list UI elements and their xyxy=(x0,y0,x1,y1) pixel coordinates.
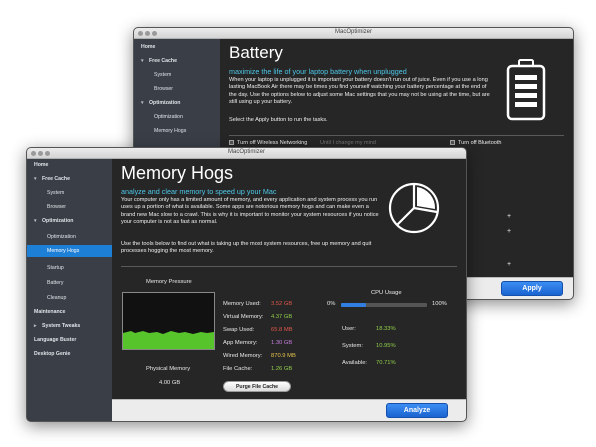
page-title: Memory Hogs xyxy=(121,163,234,183)
description: When your laptop is unplugged it is impo… xyxy=(229,77,490,105)
stat-value: 3.52 GB xyxy=(271,301,293,307)
wireless-label: Turn off Wireless Networking xyxy=(237,140,308,146)
page-subtitle: maximize the life of your laptop battery… xyxy=(229,67,407,76)
bluetooth-label: Turn off Bluetooth xyxy=(458,140,502,146)
chevron-down-icon: ▾ xyxy=(141,100,144,106)
sidebar-item-system-tweaks[interactable]: ▸ System Tweaks xyxy=(27,320,112,332)
cpu-usage-title: CPU Usage xyxy=(371,290,402,296)
window-title: MacOptimizer xyxy=(227,149,265,155)
titlebar: MacOptimizer xyxy=(27,148,466,159)
sidebar-item-battery[interactable]: Battery xyxy=(27,277,112,289)
instruction: Select the Apply button to run the tasks… xyxy=(229,117,328,123)
main-panel: Memory Hogs analyze and clear memory to … xyxy=(112,159,466,421)
sidebar-item-free-cache[interactable]: ▾ Free Cache xyxy=(134,55,220,67)
bottom-bar: Analyze xyxy=(112,399,466,421)
purge-file-cache-button[interactable]: Purge File Cache xyxy=(223,381,291,392)
sidebar-item-label: Optimization xyxy=(149,100,181,106)
cpu-usage-fill xyxy=(341,303,366,307)
cpu-stat-value: 70.71% xyxy=(376,360,396,366)
analyze-button[interactable]: Analyze xyxy=(386,403,448,418)
stat-value: 65.8 MB xyxy=(271,327,293,333)
sidebar-item-cleanup[interactable]: Cleanup xyxy=(27,292,112,304)
sidebar-item-language-buster[interactable]: Language Buster xyxy=(27,334,112,346)
sidebar-item-maintenance[interactable]: Maintenance xyxy=(27,306,112,318)
page-title: Battery xyxy=(229,43,283,62)
sidebar-item-startup[interactable]: Startup xyxy=(27,262,112,274)
sidebar: Home ▾ Free Cache System Browser ▾ Optimiz… xyxy=(27,159,112,421)
stat-value: 1.30 GB xyxy=(271,340,293,346)
option-plus[interactable]: + xyxy=(507,228,511,235)
sidebar-item-optimization-sub[interactable]: Optimization xyxy=(27,231,112,243)
cpu-stat-label: User: xyxy=(342,326,356,332)
stat-label: Virtual Memory: xyxy=(223,314,264,320)
memory-pressure-label: Memory Pressure xyxy=(146,279,192,285)
chevron-down-icon: ▾ xyxy=(34,176,37,182)
stat-value: 870.9 MB xyxy=(271,353,296,359)
sidebar-item-label: Optimization xyxy=(42,218,74,224)
sidebar-item-system[interactable]: System xyxy=(27,187,112,199)
pie-chart-icon xyxy=(388,182,440,234)
window-title: MacOptimizer xyxy=(334,29,372,35)
wireless-hint[interactable]: Until I change my mind xyxy=(320,140,376,146)
memory-hogs-window: MacOptimizer Home ▾ Free Cache System Bro… xyxy=(26,147,467,422)
description: Your computer only has a limited amount … xyxy=(121,197,379,225)
sidebar-item-home[interactable]: Home xyxy=(27,159,112,171)
stat-label: App Memory: xyxy=(223,340,258,346)
sidebar-item-browser[interactable]: Browser xyxy=(27,201,112,213)
sidebar-item-optimization[interactable]: ▾ Optimization xyxy=(134,97,220,109)
wireless-checkbox[interactable] xyxy=(229,140,234,145)
chevron-down-icon: ▾ xyxy=(34,218,37,224)
option-plus[interactable]: + xyxy=(507,213,511,220)
cpu-stat-label: System: xyxy=(342,343,363,349)
sidebar-item-system[interactable]: System xyxy=(134,69,220,81)
cpu-stat-value: 10.95% xyxy=(376,343,396,349)
bluetooth-checkbox[interactable] xyxy=(450,140,455,145)
divider xyxy=(229,135,564,136)
sidebar-item-browser[interactable]: Browser xyxy=(134,83,220,95)
stat-label: Memory Used: xyxy=(223,301,261,307)
physical-memory-value: 4.00 GB xyxy=(159,380,181,386)
option-plus[interactable]: + xyxy=(507,261,511,268)
stat-label: Swap Used: xyxy=(223,327,255,333)
sidebar-item-optimization[interactable]: ▾ Optimization xyxy=(27,215,112,227)
chevron-down-icon: ▾ xyxy=(141,58,144,64)
instruction: Use the tools below to find out what is … xyxy=(121,241,372,255)
sidebar-item-label: Free Cache xyxy=(42,176,70,182)
chevron-right-icon: ▸ xyxy=(34,323,37,329)
bluetooth-option[interactable]: Turn off Bluetooth xyxy=(450,140,501,146)
cpu-usage-bar xyxy=(341,303,427,307)
wireless-option[interactable]: Turn off Wireless Networking xyxy=(229,140,307,146)
memory-pressure-fill xyxy=(123,331,214,349)
stat-value: 1.26 GB xyxy=(271,366,293,372)
sidebar-item-memory-hogs[interactable]: Memory Hogs xyxy=(27,245,112,257)
cpu-stat-value: 18.33% xyxy=(376,326,396,332)
stat-label: Wired Memory: xyxy=(223,353,263,359)
cpu-max-label: 100% xyxy=(432,301,447,307)
stat-label: File Cache: xyxy=(223,366,253,372)
sidebar-item-optimization-sub[interactable]: Optimization xyxy=(134,111,220,123)
battery-icon xyxy=(506,59,546,121)
apply-button[interactable]: Apply xyxy=(501,281,563,296)
sidebar-item-home[interactable]: Home xyxy=(134,41,220,53)
cpu-min-label: 0% xyxy=(327,301,336,307)
sidebar-item-free-cache[interactable]: ▾ Free Cache xyxy=(27,173,112,185)
sidebar-item-desktop-genie[interactable]: Desktop Genie xyxy=(27,348,112,360)
memory-pressure-graph xyxy=(122,292,215,350)
stat-value: 4.37 GB xyxy=(271,314,293,320)
sidebar-item-memory-hogs[interactable]: Memory Hogs xyxy=(134,125,220,137)
page-subtitle: analyze and clear memory to speed up you… xyxy=(121,187,277,196)
physical-memory-label: Physical Memory xyxy=(146,366,191,372)
sidebar-item-label: Free Cache xyxy=(149,58,177,64)
titlebar: MacOptimizer xyxy=(134,28,573,39)
cpu-stat-label: Available: xyxy=(342,360,368,366)
divider xyxy=(121,266,457,267)
sidebar-item-label: System Tweaks xyxy=(42,323,81,329)
